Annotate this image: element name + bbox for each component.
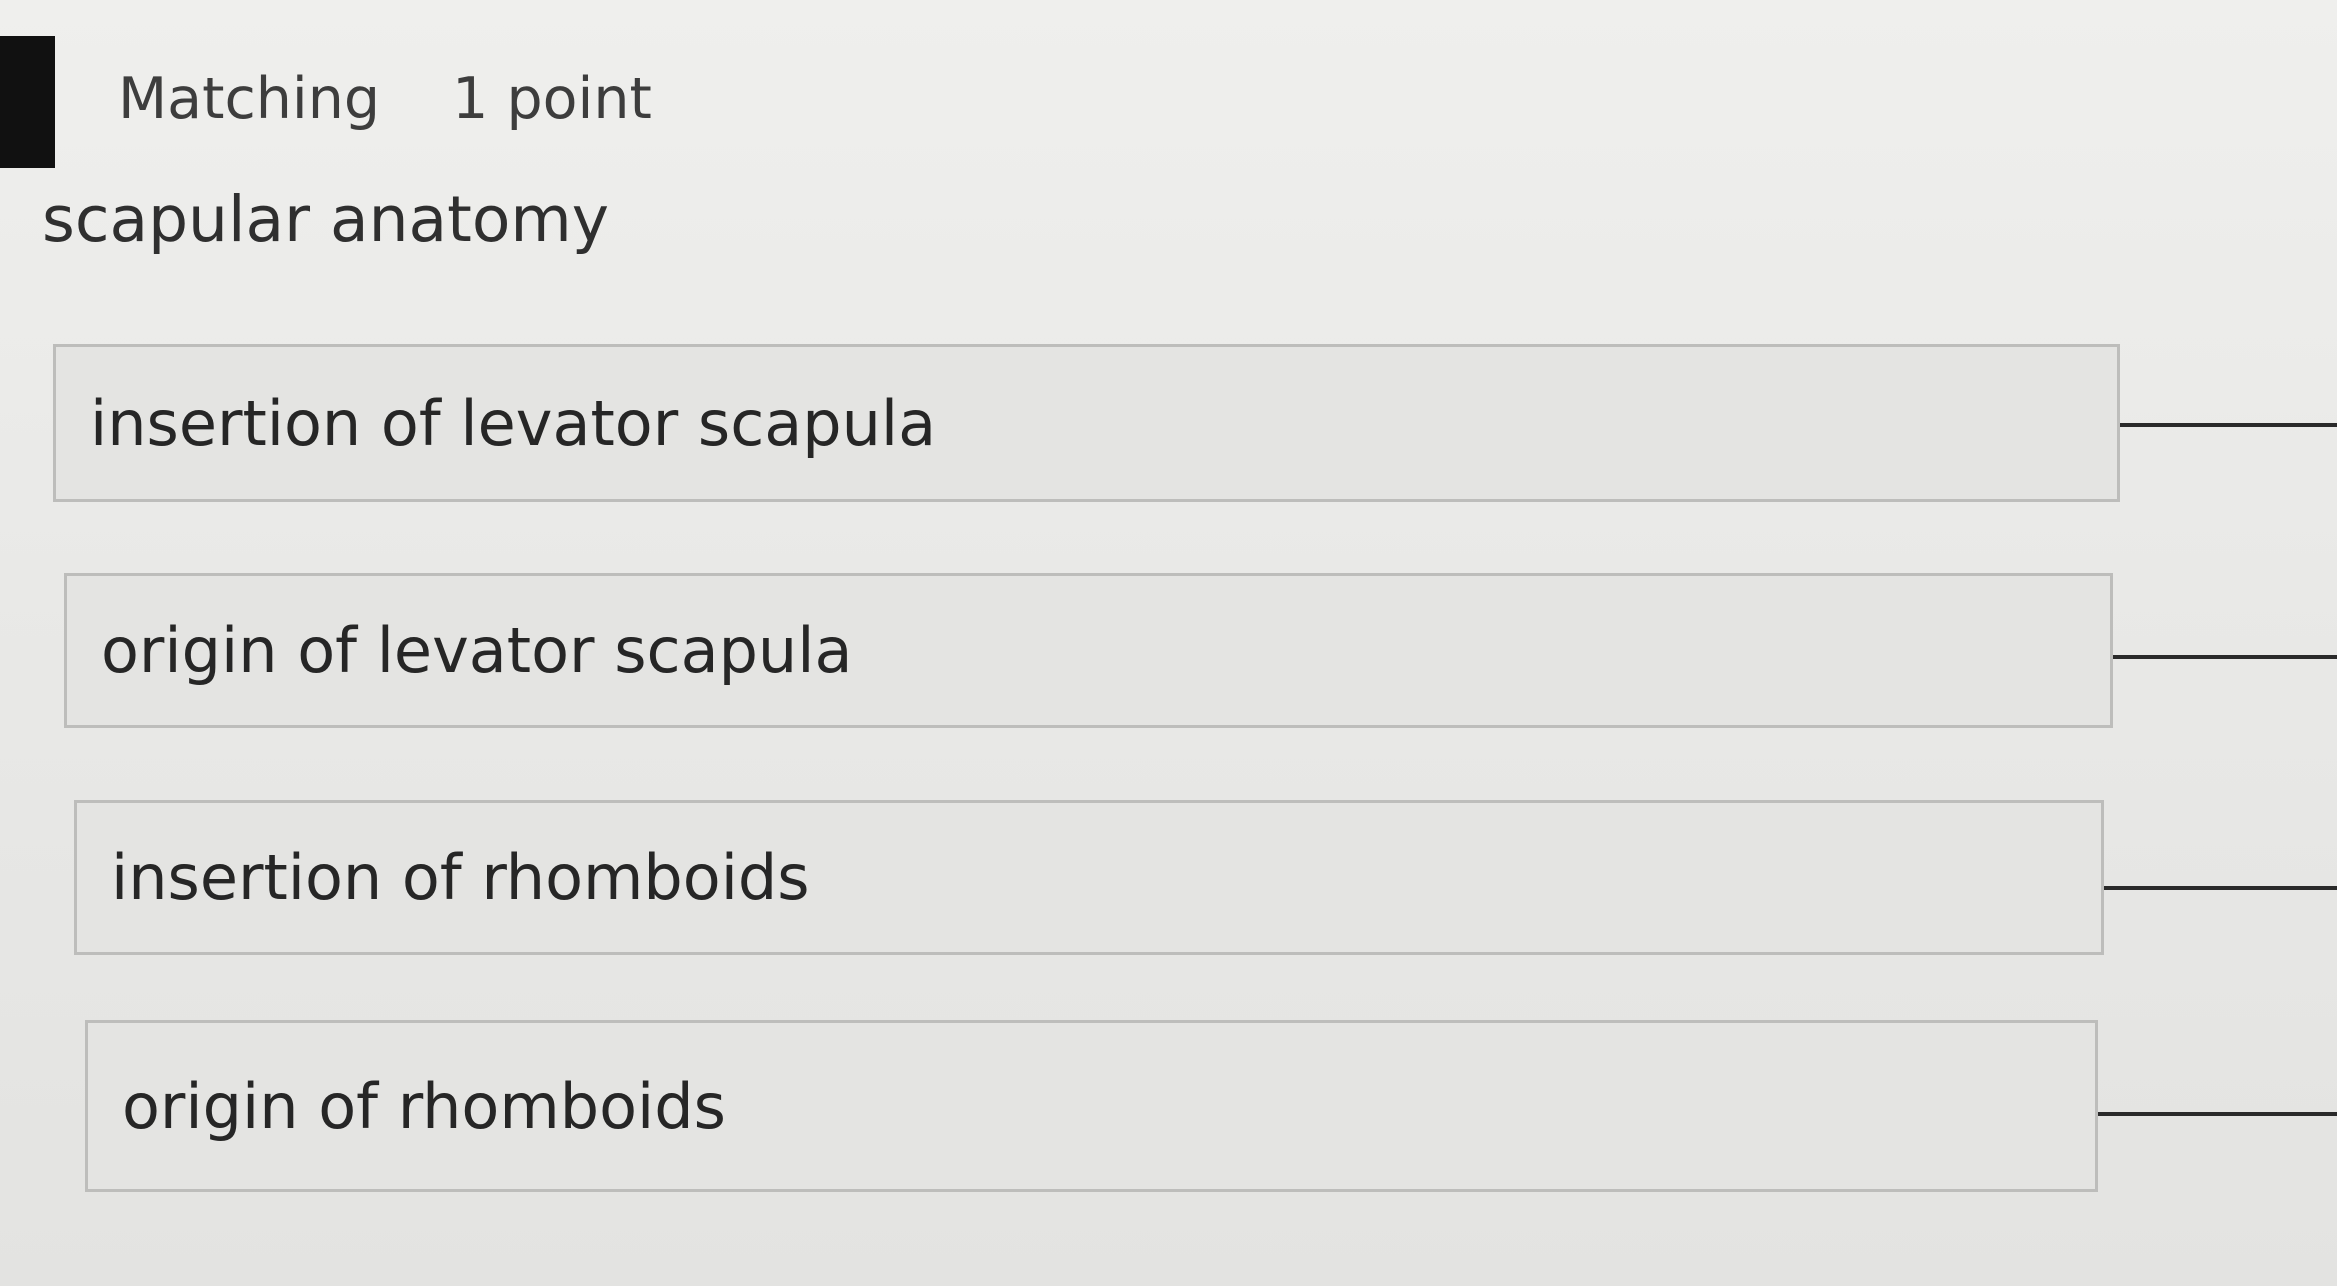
question-points-label: 1 point xyxy=(452,66,652,132)
answer-drop-line[interactable] xyxy=(2104,886,2337,890)
question-type-label: Matching xyxy=(118,66,381,132)
question-header: Matching 1 point xyxy=(118,66,652,132)
match-item[interactable]: origin of levator scapula xyxy=(64,573,2113,728)
question-prompt: scapular anatomy xyxy=(42,183,610,256)
question-marker xyxy=(0,36,55,168)
match-item-label: insertion of levator scapula xyxy=(90,386,937,460)
answer-drop-line[interactable] xyxy=(2113,655,2337,659)
match-item-label: origin of rhomboids xyxy=(122,1069,726,1143)
answer-drop-line[interactable] xyxy=(2098,1112,2337,1116)
match-item-label: origin of levator scapula xyxy=(101,614,853,687)
match-item-label: insertion of rhomboids xyxy=(111,841,810,914)
match-item-box[interactable]: insertion of levator scapula xyxy=(53,344,2120,502)
match-item-box[interactable]: insertion of rhomboids xyxy=(74,800,2104,955)
answer-drop-line[interactable] xyxy=(2120,423,2337,427)
match-item-box[interactable]: origin of rhomboids xyxy=(85,1020,2098,1192)
match-item[interactable]: insertion of rhomboids xyxy=(74,800,2104,955)
match-item[interactable]: origin of rhomboids xyxy=(85,1020,2098,1192)
match-item[interactable]: insertion of levator scapula xyxy=(53,344,2120,502)
match-item-box[interactable]: origin of levator scapula xyxy=(64,573,2113,728)
